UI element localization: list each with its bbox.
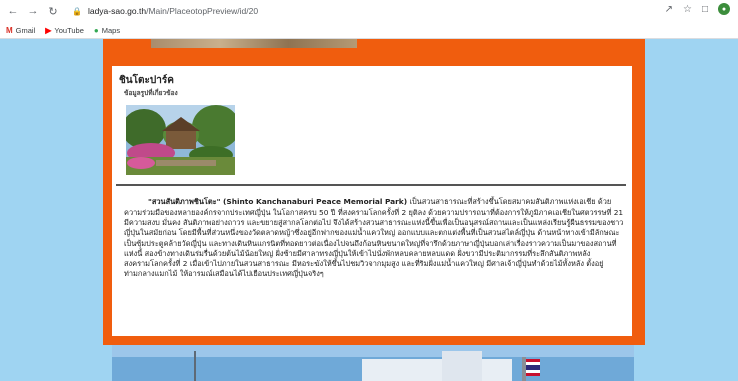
url-path: /Main/PlaceotopPreview/id/20	[146, 6, 259, 16]
reload-icon[interactable]: ↻	[46, 4, 60, 18]
bookmark-label: Gmail	[15, 25, 36, 35]
profile-avatar[interactable]: ●	[718, 3, 730, 15]
url-domain: ladya-sao.go.th	[87, 6, 147, 16]
bookmarks-bar: M Gmail ▶ YouTube ● Maps	[0, 22, 738, 39]
description-paragraph: "สวนสันติภาพชินโตะ" (Shinto Kanchanaburi…	[124, 197, 624, 279]
page-viewport[interactable]: ชินโตะปาร์ค ข้อมูลรูปที่เกี่ยวข้อง "สวนส…	[0, 39, 738, 381]
related-images-label: ข้อมูลรูปที่เกี่ยวข้อง	[124, 90, 178, 97]
maps-icon: ●	[93, 25, 99, 35]
bookmark-gmail[interactable]: M Gmail	[6, 26, 35, 35]
star-icon[interactable]: ☆	[683, 4, 692, 15]
back-icon[interactable]: ←	[6, 4, 20, 18]
youtube-icon: ▶	[45, 25, 52, 35]
lock-icon: 🔒	[72, 6, 82, 16]
content-panel: ชินโตะปาร์ค ข้อมูลรูปที่เกี่ยวข้อง "สวนส…	[112, 66, 632, 336]
forward-icon[interactable]: →	[26, 4, 40, 18]
bottom-banner-image	[112, 345, 634, 381]
bookmark-label: Maps	[101, 25, 121, 35]
share-icon[interactable]: ↗	[665, 4, 673, 15]
browser-toolbar: ← → ↻ 🔒 ladya-sao.go.th /Main/PlaceotopP…	[0, 0, 738, 22]
page-title: ชินโตะปาร์ค	[119, 75, 174, 86]
park-name: "สวนสันติภาพชินโตะ" (Shinto Kanchanaburi…	[148, 197, 408, 207]
bookmark-youtube[interactable]: ▶ YouTube	[45, 26, 84, 35]
description-text: เป็นสวนสาธารณะที่สร้างขึ้นโดยสมาคมสันติภ…	[124, 197, 624, 279]
bookmark-maps[interactable]: ● Maps	[94, 26, 120, 35]
header-image-strip	[151, 39, 357, 48]
section-divider	[116, 184, 626, 186]
sidepanel-icon[interactable]: □	[702, 4, 708, 15]
bookmark-label: YouTube	[54, 25, 84, 35]
address-bar[interactable]: 🔒 ladya-sao.go.th /Main/PlaceotopPreview…	[72, 3, 632, 19]
park-photo[interactable]	[126, 105, 235, 175]
gmail-icon: M	[6, 25, 13, 35]
